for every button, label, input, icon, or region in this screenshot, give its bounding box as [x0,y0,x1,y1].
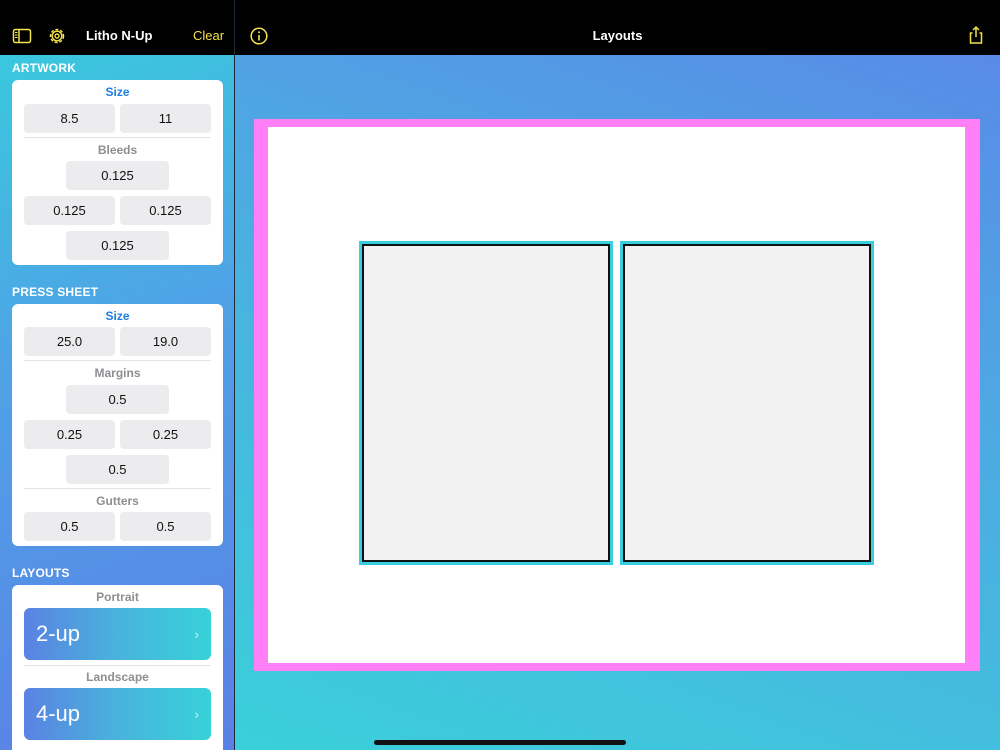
landscape-label: Landscape [86,670,149,684]
artwork-header: ARTWORK [12,61,77,75]
divider [24,360,211,361]
landscape-layout-value: 4-up [36,701,81,726]
artwork-width-field[interactable]: 8.5 [24,104,115,133]
main-toolbar: Layouts [235,0,1000,55]
press-sheet-preview [254,119,980,671]
margin-right-field[interactable]: 0.25 [120,420,211,449]
sidebar: Litho N-Up Clear ARTWORK Size 8.5 11 Ble… [0,0,234,750]
artwork-size-label: Size [105,85,130,99]
artwork-trim-2 [623,244,871,562]
divider [24,137,211,138]
gear-icon[interactable] [47,26,67,46]
sidebar-toggle-icon[interactable] [12,26,32,46]
bleed-top-field[interactable]: 0.125 [66,161,169,190]
bleed-left-field[interactable]: 0.125 [24,196,115,225]
page-title: Layouts [592,28,643,43]
sheet-width-field[interactable]: 25.0 [24,327,115,356]
sidebar-toolbar: Litho N-Up Clear [0,0,234,55]
margin-top-field[interactable]: 0.5 [66,385,169,414]
artwork-trim-1 [362,244,610,562]
portrait-label: Portrait [96,590,139,604]
bleed-right-field[interactable]: 0.125 [120,196,211,225]
chevron-right-icon: › [194,626,199,642]
margin-left-field[interactable]: 0.25 [24,420,115,449]
gutters-label: Gutters [96,494,139,508]
press-sheet-printable-area [268,127,965,663]
bleed-bottom-field[interactable]: 0.125 [66,231,169,260]
gutter-horizontal-field[interactable]: 0.5 [24,512,115,541]
app-title: Litho N-Up [86,28,153,43]
press-sheet-size-label: Size [105,309,130,323]
artwork-height-field[interactable]: 11 [120,104,211,133]
bleeds-label: Bleeds [97,143,138,157]
chevron-right-icon: › [194,706,199,722]
press-sheet-header: PRESS SHEET [12,285,99,299]
divider [24,488,211,489]
margins-label: Margins [94,366,141,380]
artwork-card: Size 8.5 11 Bleeds 0.125 0.125 0.125 0.1… [12,80,223,265]
share-icon[interactable] [966,25,986,45]
artwork-tile-2 [620,241,874,565]
artwork-tile-1 [359,241,613,565]
layouts-card: Portrait 2-up › Landscape 4-up › [12,585,223,750]
press-sheet-card: Size 25.0 19.0 Margins 0.5 0.25 0.25 0.5… [12,304,223,546]
gutter-vertical-field[interactable]: 0.5 [120,512,211,541]
layouts-header: LAYOUTS [12,566,70,580]
home-indicator [374,740,626,745]
portrait-layout-button[interactable]: 2-up › [24,608,211,660]
sheet-height-field[interactable]: 19.0 [120,327,211,356]
clear-button[interactable]: Clear [193,28,224,43]
landscape-layout-button[interactable]: 4-up › [24,688,211,740]
portrait-layout-value: 2-up [36,621,81,646]
margin-bottom-field[interactable]: 0.5 [66,455,169,484]
divider [24,665,211,666]
main-content: Layouts [235,0,1000,750]
